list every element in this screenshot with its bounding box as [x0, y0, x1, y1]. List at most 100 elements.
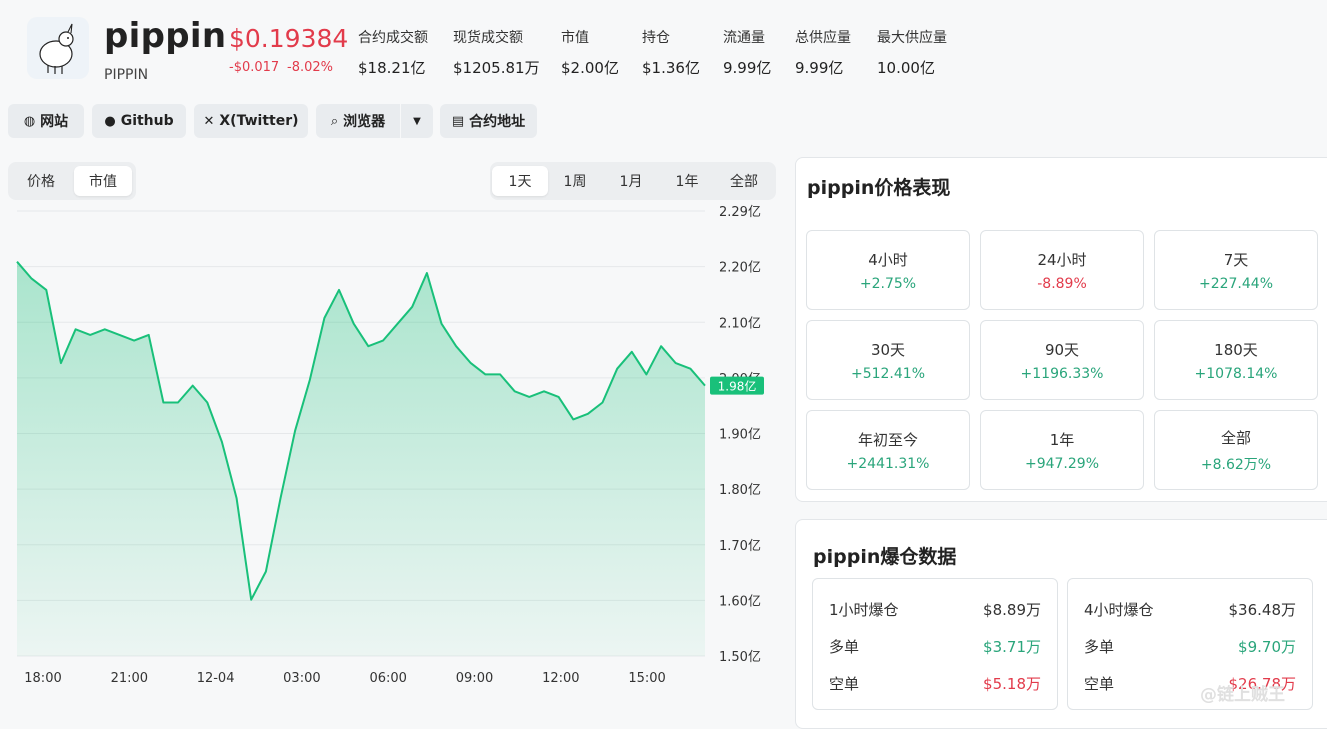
twitter-label: X(Twitter) [219, 113, 299, 129]
liq-4h-label: 4小时爆仓 [1084, 601, 1154, 619]
stat-value-max-supply: 10.00亿 [877, 59, 935, 77]
performance-period: 90天 [1044, 340, 1080, 359]
liq-1h-long: $3.71万 [983, 638, 1041, 656]
liq-1h-short-label: 空单 [829, 675, 860, 693]
performance-period: 4小时 [868, 250, 908, 269]
y-tick-label: 1.60亿 [719, 594, 761, 609]
liq-4h-total: $36.48万 [1228, 601, 1297, 619]
coin-symbol: PIPPIN [104, 67, 149, 83]
contract-label: 合约地址 [469, 114, 526, 130]
range-1w[interactable]: 1周 [547, 166, 603, 196]
explorer-button[interactable]: ⌕ 浏览器 [316, 104, 400, 138]
document-icon: ▤ [451, 113, 465, 129]
performance-period: 1年 [1049, 430, 1075, 449]
unicorn-icon [39, 23, 74, 74]
range-1y[interactable]: 1年 [659, 166, 715, 196]
stat-value-spot-volume: $1205.81万 [453, 59, 540, 77]
price-change-pct: -8.02% [287, 60, 333, 75]
chart-area-fill [17, 261, 705, 656]
website-label: 网站 [40, 114, 69, 130]
performance-period: 年初至今 [857, 430, 918, 449]
performance-period: 24小时 [1037, 250, 1087, 269]
performance-cell: 7天 +227.44% [1154, 230, 1318, 310]
performance-change: +2441.31% [846, 455, 930, 472]
stat-label-open-interest: 持仓 [642, 30, 670, 46]
y-tick-label: 2.20亿 [719, 261, 761, 276]
y-tick-label: 1.90亿 [719, 428, 761, 443]
stat-value-contract-volume: $18.21亿 [358, 59, 426, 77]
current-value-label: 1.98亿 [718, 379, 757, 394]
performance-cell: 30天 +512.41% [806, 320, 970, 400]
stat-label-contract-volume: 合约成交额 [358, 30, 428, 46]
y-tick-label: 1.80亿 [719, 483, 761, 498]
stat-label-market-cap: 市值 [561, 30, 589, 46]
performance-period: 180天 [1214, 340, 1258, 359]
stat-value-open-interest: $1.36亿 [642, 59, 700, 77]
tab-market-cap[interactable]: 市值 [74, 166, 132, 196]
liquidation-1h-box: 1小时爆仓 $8.89万 多单 $3.71万 空单 $5.18万 [812, 578, 1058, 710]
performance-title: pippin价格表现 [807, 177, 951, 199]
range-1m[interactable]: 1月 [603, 166, 659, 196]
performance-cell: 年初至今 +2441.31% [806, 410, 970, 490]
performance-period: 30天 [870, 340, 906, 359]
performance-cell: 180天 +1078.14% [1154, 320, 1318, 400]
chart-mode-switch: 价格 市值 [8, 162, 136, 200]
x-tick-label: 12-04 [197, 671, 235, 686]
x-tick-label: 09:00 [456, 671, 493, 686]
liq-4h-long-label: 多单 [1084, 638, 1115, 656]
x-tick-label: 06:00 [369, 671, 406, 686]
market-cap-chart[interactable]: 2.29亿2.20亿2.10亿2.00亿1.90亿1.80亿1.70亿1.60亿… [0, 200, 790, 700]
x-tick-label: 21:00 [111, 671, 148, 686]
github-icon: ● [104, 113, 116, 129]
x-tick-label: 18:00 [24, 671, 61, 686]
performance-change: +8.62万% [1200, 456, 1272, 473]
performance-change: +512.41% [850, 365, 926, 382]
performance-cell: 4小时 +2.75% [806, 230, 970, 310]
liq-1h-short: $5.18万 [983, 675, 1041, 693]
performance-period: 全部 [1220, 428, 1251, 447]
liq-4h-long: $9.70万 [1238, 638, 1296, 656]
explorer-dropdown-button[interactable]: ▼ [401, 104, 433, 138]
stat-value-circulating: 9.99亿 [723, 59, 772, 77]
liq-1h-long-label: 多单 [829, 638, 860, 656]
x-tick-label: 15:00 [628, 671, 665, 686]
performance-cell: 全部 +8.62万% [1154, 410, 1318, 490]
stat-label-max-supply: 最大供应量 [877, 30, 947, 46]
performance-period: 7天 [1223, 250, 1249, 269]
watermark: @链上贼王 [1200, 685, 1285, 705]
performance-change: +1196.33% [1020, 365, 1104, 382]
performance-change: +1078.14% [1194, 365, 1278, 382]
time-range-switch: 1天 1周 1月 1年 全部 [490, 162, 776, 200]
globe-icon: ◍ [23, 113, 36, 129]
contract-address-button[interactable]: ▤ 合约地址 [440, 104, 537, 138]
y-tick-label: 2.29亿 [719, 205, 761, 220]
y-tick-label: 1.50亿 [719, 650, 761, 665]
github-label: Github [120, 113, 174, 129]
search-icon: ⌕ [330, 113, 339, 129]
x-tick-label: 03:00 [283, 671, 320, 686]
tab-price[interactable]: 价格 [12, 166, 70, 196]
twitter-button[interactable]: ✕ X(Twitter) [194, 104, 308, 138]
coin-logo [27, 17, 89, 79]
liq-1h-total: $8.89万 [983, 601, 1041, 619]
website-button[interactable]: ◍ 网站 [8, 104, 84, 138]
performance-change: +227.44% [1198, 275, 1274, 292]
range-all[interactable]: 全部 [716, 166, 772, 196]
caret-down-icon: ▼ [413, 115, 421, 127]
performance-cell: 1年 +947.29% [980, 410, 1144, 490]
stat-label-total-supply: 总供应量 [795, 30, 851, 46]
x-logo-icon: ✕ [203, 113, 215, 129]
liq-4h-short-label: 空单 [1084, 675, 1115, 693]
range-1d[interactable]: 1天 [492, 166, 548, 196]
github-button[interactable]: ● Github [92, 104, 186, 138]
y-tick-label: 2.10亿 [719, 316, 761, 331]
performance-change: +2.75% [859, 275, 917, 292]
performance-cell: 24小时 -8.89% [980, 230, 1144, 310]
liquidation-title: pippin爆仓数据 [813, 546, 957, 568]
stat-label-circulating: 流通量 [723, 30, 765, 46]
performance-change: -8.89% [1037, 275, 1087, 292]
liq-1h-label: 1小时爆仓 [829, 601, 899, 619]
current-price: $0.19384 [229, 24, 349, 53]
x-tick-label: 12:00 [542, 671, 579, 686]
performance-change: +947.29% [1024, 455, 1100, 472]
